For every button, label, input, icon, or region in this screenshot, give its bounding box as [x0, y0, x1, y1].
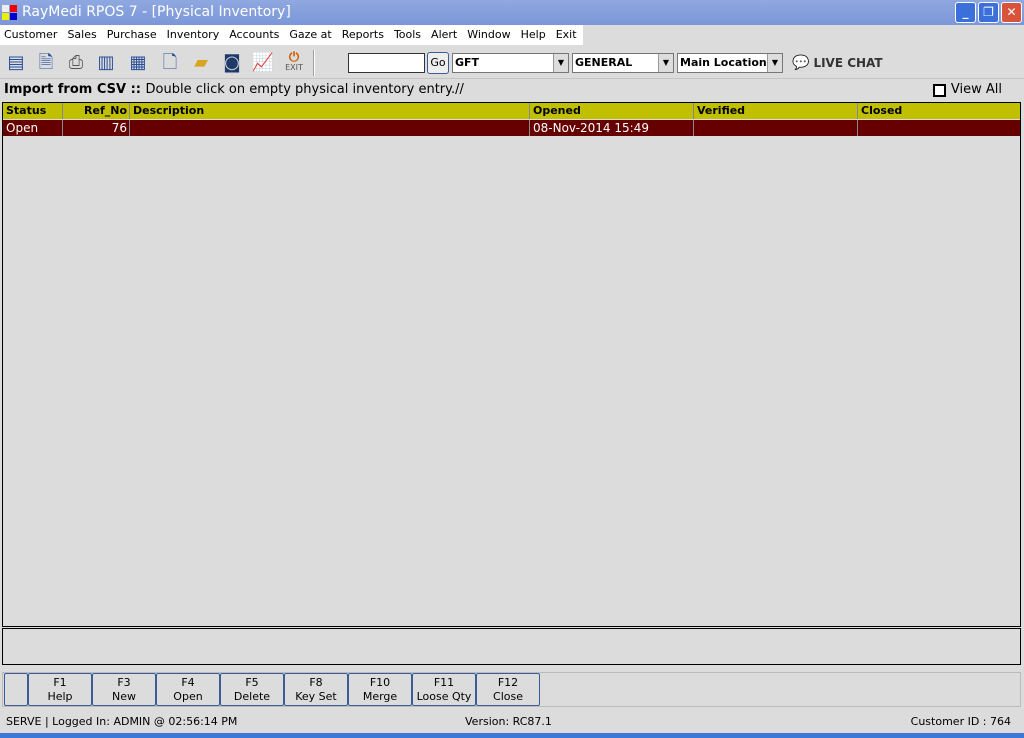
f3-new-button[interactable]: F3 New [92, 673, 156, 706]
status-customer-id: Customer ID : 764 [910, 715, 1011, 728]
go-button[interactable]: Go [427, 52, 449, 74]
location-select[interactable]: Main Location ▼ [677, 53, 783, 73]
menu-bar: Customer Sales Purchase Inventory Accoun… [0, 25, 1024, 45]
printer-icon[interactable]: ⎙ [64, 51, 88, 75]
purchase-cart-icon[interactable]: 🗋 [158, 51, 182, 75]
fkey-blank [4, 673, 28, 706]
f5-delete-button[interactable]: F5 Delete [220, 673, 284, 706]
toolbar-separator [313, 50, 315, 76]
restore-button[interactable]: ❐ [978, 2, 999, 23]
receipt-icon[interactable]: ▤ [4, 51, 28, 75]
menu-customer[interactable]: Customer [0, 25, 64, 45]
col-ref-no[interactable]: Ref_No [63, 103, 130, 119]
chevron-down-icon: ▼ [553, 54, 568, 72]
menu-gaze-at[interactable]: Gaze at [285, 25, 338, 45]
barcode-icon[interactable]: ▥ [94, 51, 118, 75]
folder-icon[interactable]: ▰ [189, 51, 213, 75]
function-key-bar: F1 Help F3 New F4 Open F5 Delete F8 Key Set F… [2, 672, 1021, 707]
toolbar: ▤ 🗎 ⎙ ▥ ▦ 🗋 ▰ ◙ 📈 ⏻ EXIT Go GFT ▼ GENERAL ▼… [0, 46, 1024, 79]
sales-cart-icon[interactable]: 🗎 [34, 51, 58, 75]
f1-help-button[interactable]: F1 Help [28, 673, 92, 706]
chevron-down-icon: ▼ [658, 54, 673, 72]
title-bar: RayMedi RPOS 7 - [Physical Inventory] _ … [0, 0, 1024, 25]
live-chat-button[interactable]: 💬 LIVE CHAT [792, 54, 883, 72]
cell-ref-no: 76 [63, 120, 130, 136]
window-title: RayMedi RPOS 7 - [Physical Inventory] [22, 4, 291, 20]
menu-purchase[interactable]: Purchase [102, 25, 163, 45]
menu-tools[interactable]: Tools [389, 25, 428, 45]
cell-opened: 08-Nov-2014 15:49 [530, 120, 694, 136]
menu-inventory[interactable]: Inventory [162, 25, 226, 45]
category-select[interactable]: GENERAL ▼ [572, 53, 674, 73]
col-opened[interactable]: Opened [530, 103, 694, 119]
table-header: Status Ref_No Description Opened Verifie… [3, 103, 1020, 119]
chevron-down-icon: ▼ [767, 54, 782, 72]
cell-status: Open [3, 120, 63, 136]
f4-open-button[interactable]: F4 Open [156, 673, 220, 706]
col-closed[interactable]: Closed [858, 103, 1020, 119]
window-bottom-border [0, 733, 1024, 738]
col-verified[interactable]: Verified [694, 103, 858, 119]
view-all-checkbox[interactable]: View All [932, 83, 1002, 97]
exit-button[interactable]: ⏻ EXIT [282, 51, 306, 75]
checkbox-box[interactable] [932, 83, 946, 97]
search-input[interactable] [348, 53, 425, 73]
status-version: Version: RC87.1 [465, 715, 552, 728]
chart-icon[interactable]: 📈 [251, 51, 275, 75]
f8-key-set-button[interactable]: F8 Key Set [284, 673, 348, 706]
menu-help[interactable]: Help [516, 25, 552, 45]
table-row[interactable]: Open 76 08-Nov-2014 15:49 [3, 120, 1020, 136]
col-status[interactable]: Status [3, 103, 63, 119]
menu-accounts[interactable]: Accounts [225, 25, 286, 45]
cell-verified [694, 120, 858, 136]
chat-bubble-icon: 💬 [792, 55, 810, 71]
status-login: SERVE | Logged In: ADMIN @ 02:56:14 PM [6, 715, 238, 728]
col-description[interactable]: Description [130, 103, 530, 119]
minimize-button[interactable]: _ [955, 2, 976, 23]
f11-loose-qty-button[interactable]: F11 Loose Qty [412, 673, 476, 706]
menu-window[interactable]: Window [463, 25, 517, 45]
company-select[interactable]: GFT ▼ [452, 53, 569, 73]
close-button[interactable]: ✕ [1001, 2, 1022, 23]
menu-sales[interactable]: Sales [63, 25, 103, 45]
users-icon[interactable]: ◙ [220, 51, 244, 75]
cell-description [130, 120, 530, 136]
status-bar: SERVE | Logged In: ADMIN @ 02:56:14 PM V… [0, 710, 1024, 733]
info-bar: Import from CSV :: Double click on empty… [4, 82, 464, 97]
menu-reports[interactable]: Reports [337, 25, 390, 45]
menu-exit[interactable]: Exit [551, 25, 583, 45]
message-panel [2, 628, 1021, 665]
menu-alert[interactable]: Alert [427, 25, 464, 45]
app-icon [2, 5, 18, 21]
document-icon[interactable]: ▦ [126, 51, 150, 75]
cell-closed [858, 120, 1020, 136]
f12-close-button[interactable]: F12 Close [476, 673, 540, 706]
inventory-table: Status Ref_No Description Opened Verifie… [2, 102, 1021, 627]
f10-merge-button[interactable]: F10 Merge [348, 673, 412, 706]
